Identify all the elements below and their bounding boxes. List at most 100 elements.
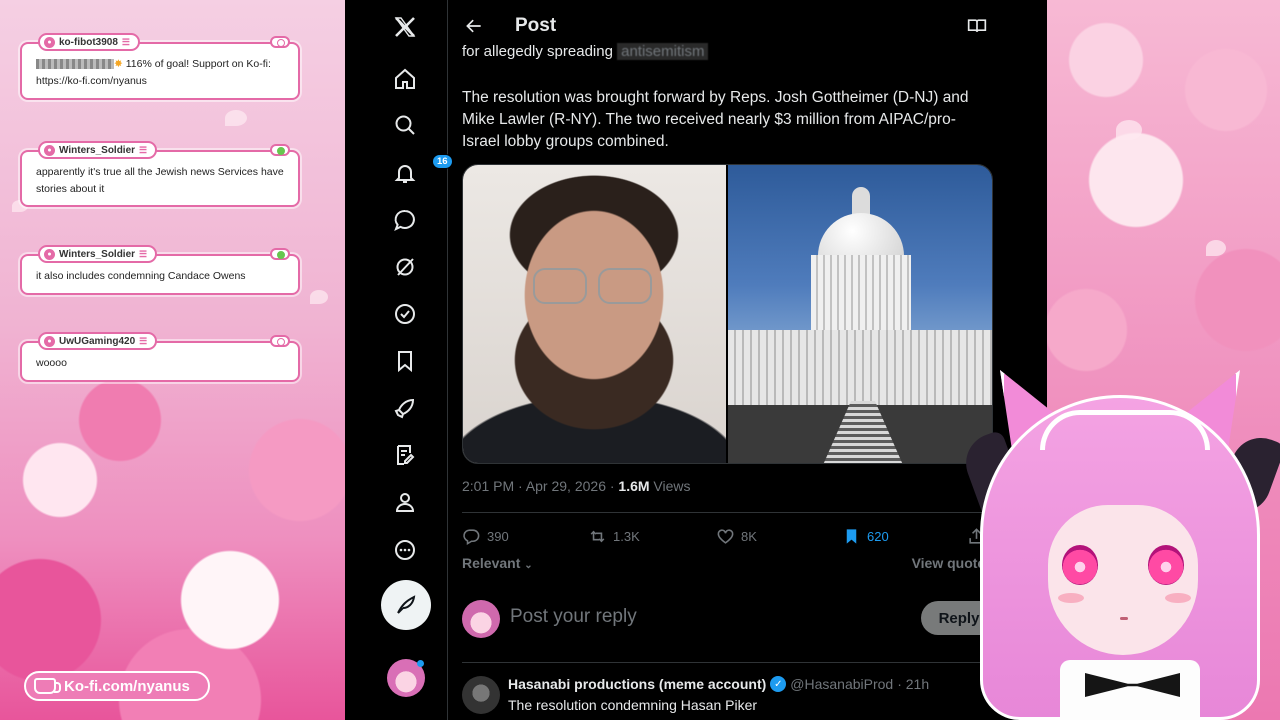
redacted-text [36, 59, 114, 70]
chat-message-text: it also includes condemning Candace Owen… [36, 270, 246, 282]
views-label: Views [649, 478, 691, 494]
capitol-body-shape [728, 330, 992, 405]
separator-icon: ☰ [139, 248, 148, 259]
headband-shape [1040, 410, 1210, 450]
verified-badge-icon: ✓ [770, 676, 787, 692]
blush-right [1165, 593, 1191, 603]
chat-username-tag: ● UwUGaming420 ☰ [38, 332, 158, 350]
messages-icon[interactable] [381, 196, 429, 244]
separator-icon: ☰ [139, 335, 148, 346]
obscured-word: antisemitism [617, 43, 709, 60]
capitol-building-photo[interactable] [728, 165, 992, 463]
heart-icon [717, 528, 734, 544]
reader-mode-icon[interactable] [965, 14, 989, 38]
user-icon: ● [44, 144, 55, 156]
sort-dropdown[interactable]: Relevant ⌄ [462, 555, 533, 571]
chat-status-indicator [270, 248, 290, 260]
chat-username-tag: ● ko-fibot3908 ☰ [38, 33, 140, 51]
petal-decoration [1116, 120, 1142, 140]
post-timestamp[interactable]: 2:01 PM · Apr 29, 2026 · [462, 478, 618, 494]
profile-icon[interactable] [381, 478, 429, 526]
petal-decoration [1206, 240, 1226, 256]
chat-message: woooo ● UwUGaming420 ☰ [20, 332, 300, 382]
reply-count: 390 [487, 528, 509, 544]
chat-username: ko-fibot3908 [59, 36, 118, 48]
grok-icon[interactable] [381, 243, 429, 291]
reply-post-text: The resolution condemning Hasan Piker [508, 697, 758, 713]
repost-count: 1.3K [613, 528, 640, 544]
explosion-icon: ✸ [114, 58, 123, 70]
glasses-shape [533, 268, 587, 304]
chat-username: UwUGaming420 [59, 335, 136, 347]
petal-decoration [310, 290, 328, 304]
sort-label: Relevant [462, 555, 521, 571]
post-actions-bar: 390 1.3K 8K 620 [462, 522, 993, 550]
user-icon: ● [44, 335, 55, 347]
search-icon[interactable] [381, 101, 429, 149]
kofi-cup-icon [34, 678, 61, 694]
user-icon: ● [44, 248, 55, 260]
reply-post-time: · 21h [897, 676, 930, 692]
reply-icon [463, 528, 480, 545]
portrait-photo[interactable] [463, 165, 726, 463]
bookmark-count: 620 [867, 528, 889, 544]
reply-action[interactable]: 390 [462, 522, 509, 550]
bookmarks-icon[interactable] [381, 337, 429, 385]
like-action[interactable]: 8K [716, 522, 757, 550]
rocket-icon[interactable] [381, 384, 429, 432]
kofi-link-text: Ko-fi.com/nyanus [64, 677, 190, 695]
mouth-shape [1120, 617, 1128, 620]
chevron-down-icon: ⌄ [524, 560, 533, 571]
x-app-window: 16 for allegedly spreading antisemitism … [345, 0, 1047, 720]
vtuber-avatar [957, 355, 1280, 720]
blush-left [1058, 593, 1084, 603]
chat-message-text: apparently it's true all the Jewish news… [36, 166, 284, 195]
user-icon: ● [44, 36, 55, 48]
separator-icon: ☰ [121, 36, 130, 47]
post-meta: 2:01 PM · Apr 29, 2026 · 1.6M Views [462, 478, 691, 494]
back-arrow-icon[interactable] [462, 14, 486, 38]
separator-icon: ☰ [139, 144, 148, 155]
reply-author-name[interactable]: Hasanabi productions (meme account) [508, 676, 766, 692]
petal-decoration [225, 110, 247, 126]
home-icon[interactable] [381, 55, 429, 103]
post-header: Post [448, 0, 1047, 40]
post-detail-column: for allegedly spreading antisemitism Pos… [448, 0, 1047, 720]
repost-icon [590, 530, 605, 542]
reply-input[interactable]: Post your reply [510, 606, 637, 628]
account-avatar[interactable] [387, 659, 425, 697]
chat-username: Winters_Soldier [59, 144, 136, 156]
divider [462, 512, 993, 513]
more-icon[interactable] [381, 526, 429, 574]
reply-author-handle[interactable]: @HasanabiProd [790, 676, 893, 692]
chat-username: Winters_Soldier [59, 248, 136, 260]
capitol-drum-shape [811, 255, 911, 335]
notifications-bell-icon[interactable]: 16 [381, 149, 453, 197]
articles-icon[interactable] [381, 431, 429, 479]
chat-username-tag: ● Winters_Soldier ☰ [38, 141, 158, 159]
post-body-text: The resolution was brought forward by Re… [462, 89, 969, 150]
reply-sort-bar: Relevant ⌄ View quotes [462, 555, 993, 575]
x-sidebar-nav: 16 [345, 0, 453, 720]
compose-post-button[interactable] [381, 580, 431, 630]
kofi-link-banner[interactable]: Ko-fi.com/nyanus [24, 671, 210, 701]
views-count: 1.6M [618, 478, 650, 494]
chat-status-indicator [270, 335, 290, 347]
heart-eye-right [1148, 545, 1184, 585]
reply-post-header: Hasanabi productions (meme account) ✓ @H… [508, 676, 929, 692]
post-media-grid[interactable] [462, 164, 993, 464]
user-avatar [462, 600, 500, 638]
clipped-line-text: for allegedly spreading [462, 43, 618, 60]
like-count: 8K [741, 528, 757, 544]
chat-message: ✸ 116% of goal! Support on Ko-fi: https:… [20, 33, 300, 100]
reply-author-avatar[interactable] [462, 676, 500, 714]
heart-eye-left [1062, 545, 1098, 585]
page-title: Post [515, 15, 557, 36]
chat-message: it also includes condemning Candace Owen… [20, 245, 300, 295]
x-logo-icon[interactable] [381, 3, 429, 51]
verified-icon[interactable] [381, 290, 429, 338]
post-text-clipped-line: for allegedly spreading antisemitism [462, 42, 709, 62]
repost-action[interactable]: 1.3K [588, 522, 640, 550]
bookmark-action[interactable]: 620 [842, 522, 889, 550]
feather-icon [397, 595, 416, 614]
